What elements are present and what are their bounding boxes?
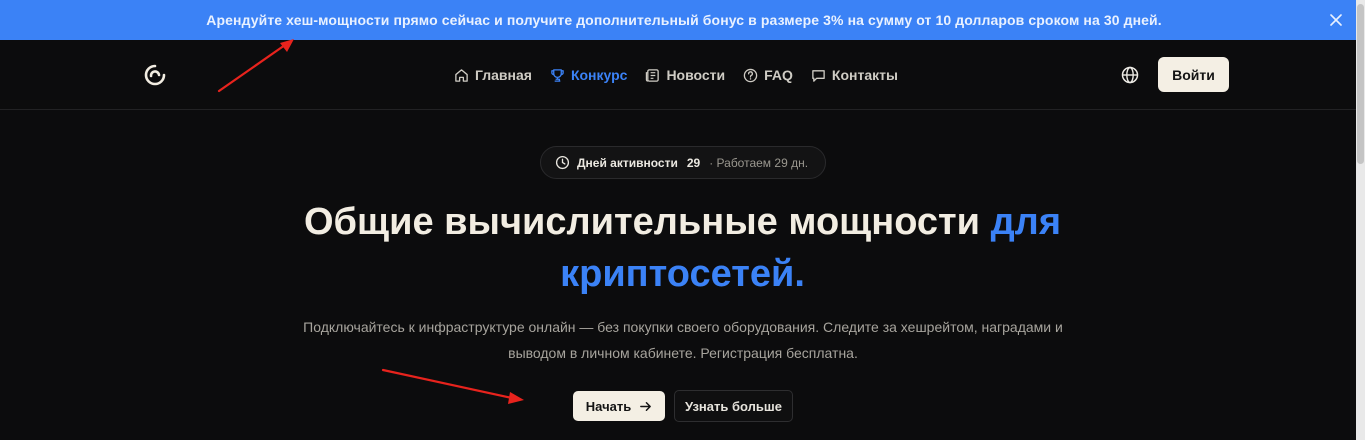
login-button[interactable]: Войти xyxy=(1158,57,1229,92)
activity-count: 29 xyxy=(686,155,701,170)
globe-icon[interactable] xyxy=(1120,65,1140,85)
site-header: Главная Конкурс Новости FAQ Контакты Вой… xyxy=(0,40,1356,110)
help-circle-icon xyxy=(743,68,758,82)
scrollbar-thumb[interactable] xyxy=(1357,4,1364,164)
hero-title-accent: для xyxy=(990,201,1061,243)
activity-label: Дней активности xyxy=(577,155,678,170)
hero-description: Подключайтесь к инфраструктуре онлайн — … xyxy=(303,319,1063,361)
nav-item-label: Контакты xyxy=(831,67,898,83)
promo-banner: Арендуйте хеш-мощности прямо сейчас и по… xyxy=(0,0,1356,40)
activity-subtext: · Работаем 29 дн. xyxy=(709,155,809,170)
arrow-right-icon xyxy=(640,401,652,411)
hero-title-main: Общие вычислительные мощности xyxy=(304,201,991,243)
nav-item-label: Новости xyxy=(666,67,726,83)
start-button[interactable]: Начать xyxy=(573,391,665,421)
promo-text: Арендуйте хеш-мощности прямо сейчас и по… xyxy=(206,12,1162,28)
close-icon[interactable] xyxy=(1326,10,1346,30)
nav-item-contest[interactable]: Конкурс xyxy=(550,64,628,86)
nav-item-news[interactable]: Новости xyxy=(645,64,725,86)
newspaper-icon xyxy=(646,68,660,82)
hero-title: Общие вычислительные мощности для крипто… xyxy=(0,196,1365,300)
nav-item-label: FAQ xyxy=(764,67,793,83)
activity-badge: Дней активности 29 · Работаем 29 дн. xyxy=(540,146,826,179)
clock-icon xyxy=(555,155,570,170)
main-nav: Главная Конкурс Новости FAQ Контакты xyxy=(454,64,898,86)
nav-item-label: Конкурс xyxy=(570,67,628,83)
annotation-arrow-icon xyxy=(381,368,524,404)
nav-item-contacts[interactable]: Контакты xyxy=(811,64,898,86)
nav-item-home[interactable]: Главная xyxy=(454,64,532,86)
trophy-icon xyxy=(551,68,564,82)
hero-title-accent: криптосетей. xyxy=(560,253,805,295)
nav-item-faq[interactable]: FAQ xyxy=(743,64,793,86)
brand-logo-icon[interactable] xyxy=(143,63,167,87)
start-button-label: Начать xyxy=(585,398,632,414)
home-icon xyxy=(455,68,468,82)
learn-more-button[interactable]: Узнать больше xyxy=(674,390,793,422)
chat-icon xyxy=(812,69,825,82)
nav-item-label: Главная xyxy=(475,67,532,83)
